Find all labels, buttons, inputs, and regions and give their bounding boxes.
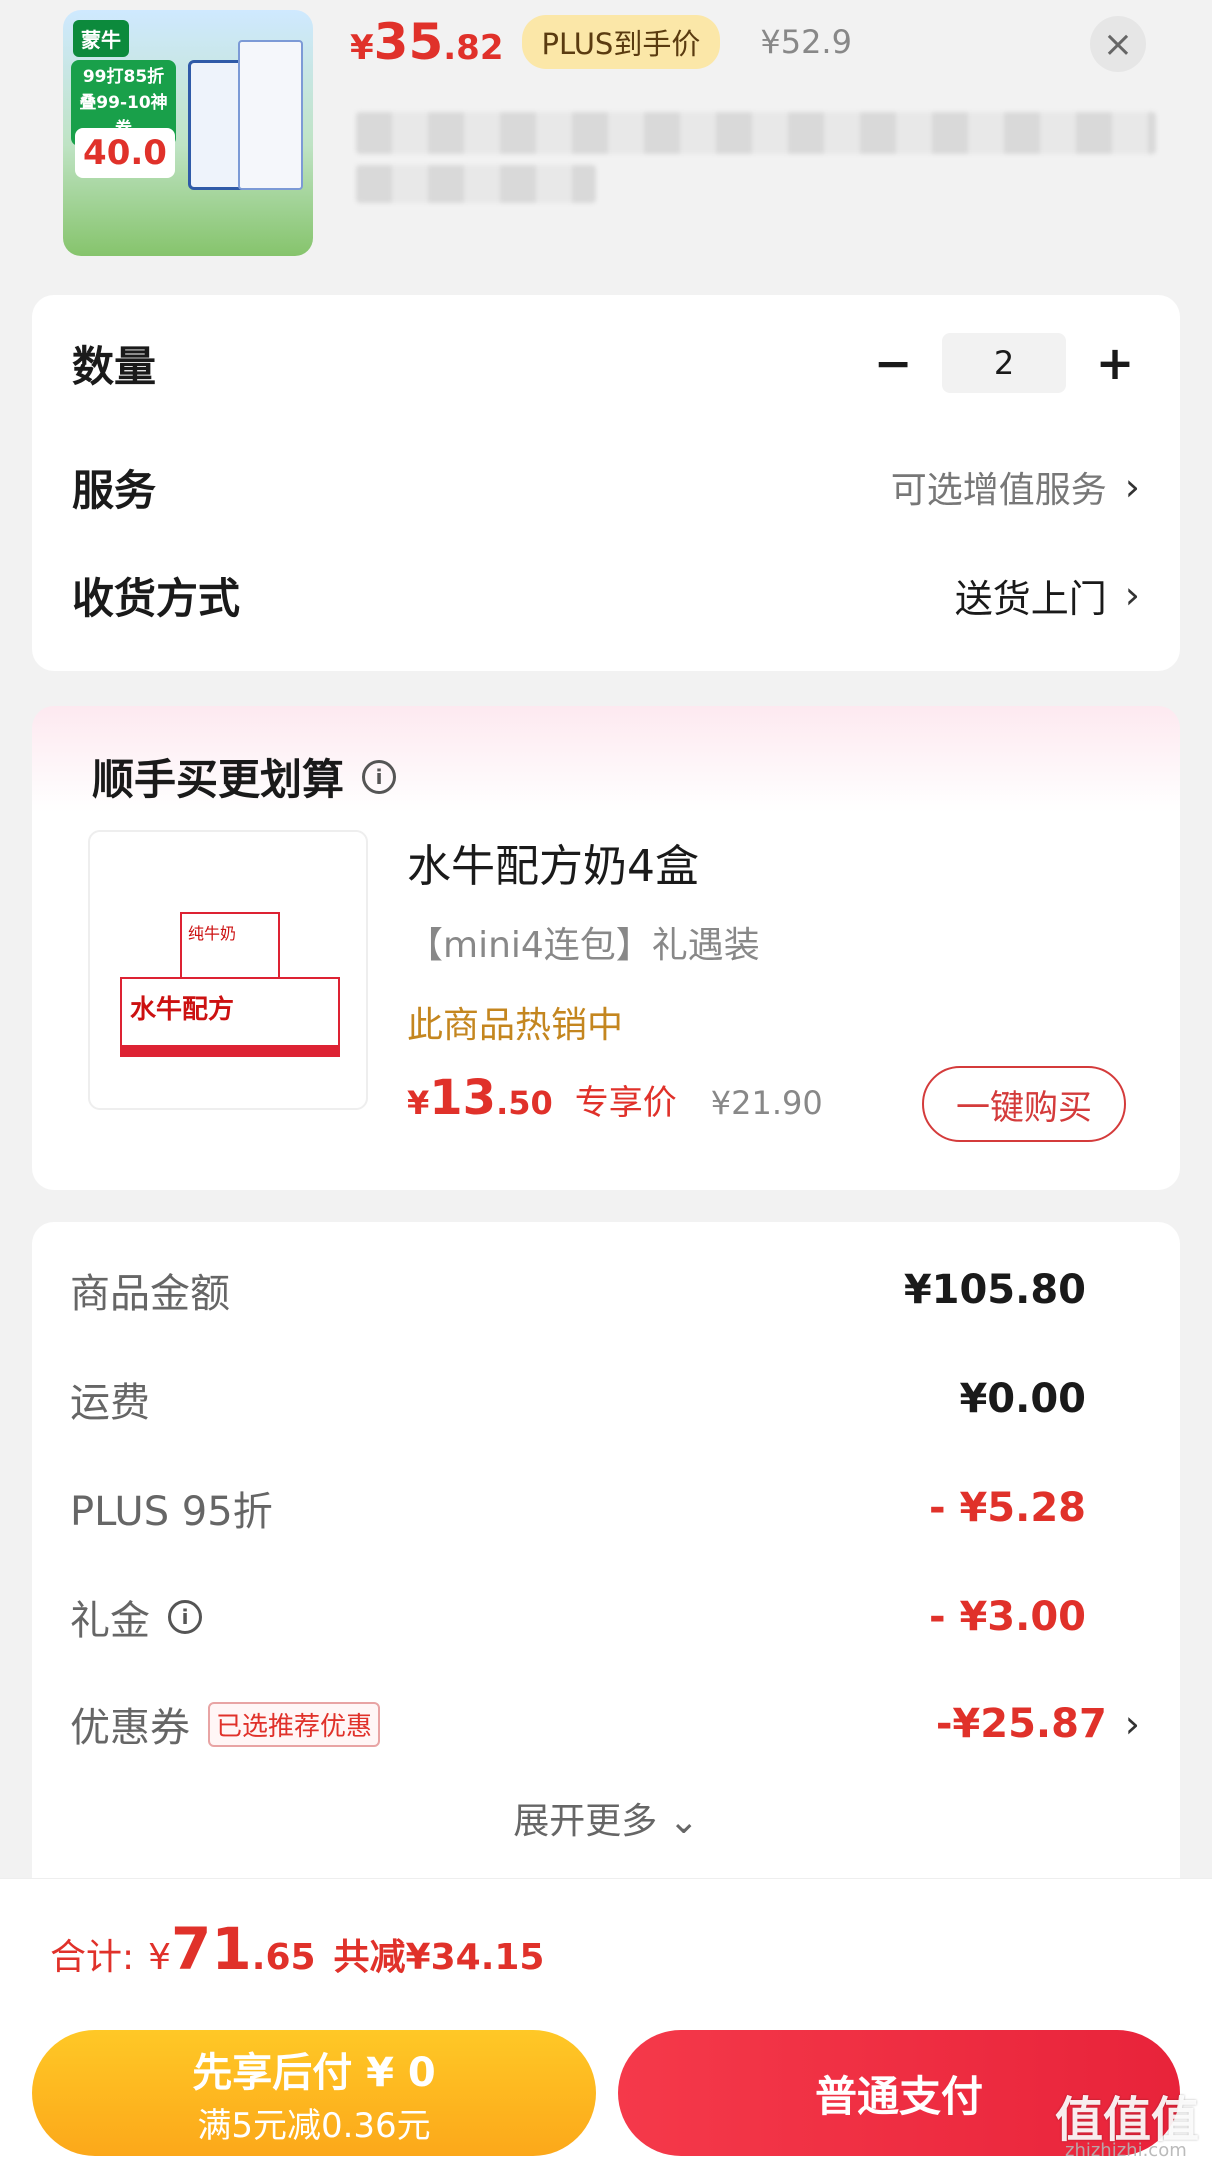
service-row[interactable]: 服务 可选增值服务 ›	[72, 455, 1140, 519]
price-integer: 35	[373, 13, 444, 71]
upsell-exclusive-tag: 专享价	[574, 1083, 677, 1123]
total-label: 合计:	[50, 1937, 135, 1978]
close-button[interactable]: ×	[1090, 16, 1146, 72]
service-value-wrap: 可选增值服务 ›	[891, 461, 1140, 513]
summary-row-plus-discount: PLUS 95折 - ¥5.28	[70, 1476, 1140, 1540]
upsell-title: 顺手买更划算	[92, 755, 345, 804]
total-symbol: ¥	[148, 1937, 172, 1978]
plus-price-badge: PLUS到手价	[521, 15, 721, 69]
info-icon[interactable]: i	[362, 759, 397, 794]
upsell-card: 顺手买更划算 i 纯牛奶 水牛配方 水牛配方奶4盒 【mini4连包】礼遇装 此…	[32, 706, 1180, 1190]
thumb-brand: 蒙牛	[73, 20, 129, 57]
image-main-text: 水牛配方	[130, 995, 235, 1025]
pay-later-subtitle: 满5元减0.36元	[197, 2105, 431, 2146]
total-saved: 共减¥34.15	[333, 1937, 545, 1978]
price-decimal: .82	[443, 28, 504, 68]
options-card: 数量 − 2 + 服务 可选增值服务 › 收货方式 送货上门 ›	[32, 295, 1180, 671]
coupon-value-wrap: -¥25.87 ›	[936, 1701, 1140, 1747]
upsell-price-integer: 13	[429, 1070, 497, 1126]
upsell-product-subtitle: 【mini4连包】礼遇装	[407, 925, 760, 966]
summary-value: -¥25.87	[935, 1701, 1107, 1747]
expand-more-button[interactable]: 展开更多 ⌄	[32, 1792, 1180, 1844]
summary-label: 运费	[70, 1380, 150, 1426]
bottom-action-bar: 先享后付 ¥ 0 满5元减0.36元 普通支付	[0, 2012, 1212, 2167]
one-click-buy-button[interactable]: 一键购买	[922, 1066, 1126, 1142]
total-decimal: .65	[251, 1937, 316, 1978]
total-integer: 71	[171, 1915, 252, 1983]
checkout-page: 蒙牛 99打85折 叠99-10神券 40.0 ¥35.82 PLUS到手价 ¥…	[0, 0, 1212, 2167]
price-symbol: ¥	[350, 28, 374, 68]
summary-label-wrap: 礼金 i	[70, 1588, 202, 1646]
summary-card: 商品金额 ¥105.80 运费 ¥0.00 PLUS 95折 - ¥5.28 礼…	[32, 1222, 1180, 1912]
blurred-product-title	[356, 112, 1156, 154]
watermark-url: zhizhizhi.com	[1065, 2140, 1187, 2161]
summary-row-shipping: 运费 ¥0.00	[70, 1367, 1140, 1431]
summary-value: ¥105.80	[903, 1267, 1086, 1313]
image-milk-box-large: 水牛配方	[120, 977, 340, 1057]
coupon-recommended-tag: 已选推荐优惠	[208, 1701, 381, 1747]
summary-value: - ¥3.00	[928, 1594, 1086, 1640]
blurred-product-spec	[356, 165, 596, 203]
delivery-label: 收货方式	[72, 573, 241, 623]
service-label: 服务	[72, 465, 157, 515]
service-value: 可选增值服务	[890, 470, 1107, 511]
quantity-input[interactable]: 2	[942, 333, 1066, 393]
upsell-hot-label: 此商品热销中	[407, 1005, 624, 1046]
total-bar: 合计: ¥71.65 共减¥34.15	[0, 1878, 1212, 2012]
upsell-price-symbol: ¥	[407, 1084, 430, 1122]
close-icon: ×	[1102, 23, 1134, 65]
summary-value: ¥0.00	[959, 1376, 1086, 1422]
chevron-right-icon: ›	[1124, 573, 1140, 617]
chevron-right-icon: ›	[1124, 1702, 1140, 1746]
image-milk-box-small: 纯牛奶	[180, 912, 280, 982]
delivery-value: 送货上门	[954, 576, 1107, 621]
summary-label: 优惠券	[70, 1705, 190, 1751]
summary-label: 商品金额	[70, 1271, 230, 1317]
product-header: 蒙牛 99打85折 叠99-10神券 40.0 ¥35.82 PLUS到手价 ¥…	[0, 0, 1212, 290]
quantity-decrease-button[interactable]: −	[868, 336, 918, 390]
upsell-price-decimal: .50	[496, 1084, 553, 1122]
summary-label: PLUS 95折	[70, 1489, 273, 1535]
quantity-row: 数量 − 2 +	[72, 331, 1140, 395]
upsell-product-name[interactable]: 水牛配方奶4盒	[407, 830, 699, 894]
summary-row-gift: 礼金 i - ¥3.00	[70, 1585, 1140, 1649]
upsell-title-row: 顺手买更划算 i	[92, 746, 397, 807]
delivery-row[interactable]: 收货方式 送货上门 ›	[72, 563, 1140, 627]
quantity-label: 数量	[72, 341, 157, 391]
summary-value: - ¥5.28	[928, 1485, 1086, 1531]
delivery-value-wrap: 送货上门 ›	[955, 568, 1140, 623]
quantity-increase-button[interactable]: +	[1090, 336, 1140, 390]
upsell-price: ¥13.50	[407, 1070, 553, 1126]
summary-row-goods: 商品金额 ¥105.80	[70, 1258, 1140, 1322]
chevron-right-icon: ›	[1124, 465, 1140, 509]
upsell-product-image[interactable]: 纯牛奶 水牛配方	[88, 830, 368, 1110]
original-price: ¥52.9	[760, 23, 852, 61]
pay-later-title: 先享后付 ¥ 0	[192, 2049, 436, 2096]
summary-row-coupon[interactable]: 优惠券 已选推荐优惠 -¥25.87 ›	[70, 1692, 1140, 1756]
product-thumbnail: 蒙牛 99打85折 叠99-10神券 40.0	[63, 10, 313, 256]
quantity-stepper: − 2 +	[868, 333, 1140, 393]
summary-label-wrap: 优惠券 已选推荐优惠	[70, 1695, 381, 1753]
upsell-original-price: ¥21.90	[710, 1084, 823, 1122]
thumb-product-carton	[238, 40, 303, 190]
total-amount: 合计: ¥71.65 共减¥34.15	[50, 1915, 544, 1983]
image-small-text: 纯牛奶	[188, 924, 237, 943]
thumb-coupon: 40.0	[75, 128, 175, 178]
upsell-price-row: ¥13.50 专享价 ¥21.90	[407, 1070, 823, 1126]
product-price: ¥35.82	[350, 13, 504, 71]
pay-later-button[interactable]: 先享后付 ¥ 0 满5元减0.36元	[32, 2030, 596, 2156]
product-price-row: ¥35.82 PLUS到手价 ¥52.9	[350, 12, 852, 72]
summary-label: 礼金	[70, 1598, 150, 1644]
info-icon[interactable]: i	[168, 1600, 202, 1634]
